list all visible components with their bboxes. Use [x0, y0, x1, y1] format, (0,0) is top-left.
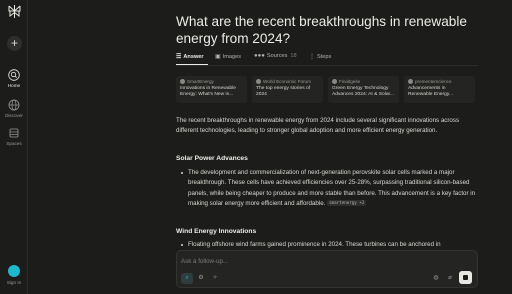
sidebar-item-label: Home: [7, 83, 21, 88]
tab-steps[interactable]: ⋮ Steps: [309, 53, 331, 60]
source-cards: SmartEnergy Innovations in Renewable Ene…: [176, 76, 478, 103]
globe-icon[interactable]: ◍: [431, 272, 441, 284]
source-title: Green Energy Technology Advances 2024: A…: [332, 86, 394, 97]
stack-icon: [9, 128, 19, 138]
source-card[interactable]: prementerscience Advancements in Renewab…: [404, 76, 475, 103]
tab-sources[interactable]: ●●● Sources 18: [254, 53, 297, 59]
divider: [176, 65, 478, 66]
source-card[interactable]: Finaltgeite Green Energy Technology Adva…: [328, 76, 399, 103]
list-item: Floating offshore wind farms gained prom…: [181, 240, 476, 250]
favicon-icon: [332, 79, 337, 84]
source-title: Advancements in Renewable Energy...: [408, 86, 454, 97]
sidebar: + Home Discover Spaces Sign In: [0, 0, 28, 294]
favicon-icon: [180, 79, 185, 84]
tab-bar: ☰ Answer ▣ Images ●●● Sources 18 ⋮ Steps: [176, 53, 476, 63]
section-heading-wind: Wind Energy Innovations: [176, 228, 257, 235]
source-site: Finaltgeite: [339, 79, 361, 84]
perplexity-logo-icon[interactable]: [8, 5, 21, 18]
research-mode-icon[interactable]: ⚙: [195, 273, 207, 284]
user-avatar-icon: [8, 265, 20, 277]
new-thread-button[interactable]: +: [7, 36, 22, 51]
sidebar-item-discover[interactable]: Discover: [0, 99, 28, 118]
source-card[interactable]: SmartEnergy Innovations in Renewable Ene…: [176, 76, 247, 103]
steps-icon: ⋮: [309, 54, 315, 60]
submit-button[interactable]: [459, 271, 472, 284]
bullet-text: Floating offshore wind farms gained prom…: [188, 241, 441, 248]
citation-badge[interactable]: smartenergy +2: [327, 200, 367, 207]
source-site: World Economic Forum: [263, 79, 311, 84]
favicon-icon: [408, 79, 413, 84]
sidebar-item-spaces[interactable]: Spaces: [0, 127, 28, 146]
answer-intro: The recent breakthroughs in renewable en…: [176, 117, 460, 135]
follow-up-input[interactable]: [181, 256, 381, 266]
sources-count: 18: [290, 53, 297, 59]
image-icon: ▣: [215, 54, 221, 60]
search-mode-icon[interactable]: ⌕: [181, 273, 193, 284]
input-controls: ◍ ⌀: [431, 271, 472, 284]
answer-icon: ☰: [176, 54, 182, 60]
sign-in-button[interactable]: Sign In: [0, 265, 28, 285]
source-favicons-icon: ●●●: [254, 53, 265, 59]
search-mode-group: ⌕ ⚙ ✧: [181, 273, 221, 284]
section-heading-solar: Solar Power Advances: [176, 155, 248, 162]
tab-images[interactable]: ▣ Images: [215, 53, 241, 60]
tab-answer[interactable]: ☰ Answer: [176, 53, 204, 60]
attach-icon[interactable]: ⌀: [445, 272, 455, 284]
page-title: What are the recent breakthroughs in ren…: [176, 14, 467, 46]
source-site: SmartEnergy: [187, 79, 214, 84]
sidebar-item-label: Spaces: [6, 141, 22, 146]
follow-up-box: ⌕ ⚙ ✧ ◍ ⌀: [176, 250, 478, 288]
list-item: The development and commercialization of…: [181, 168, 476, 209]
source-title: Innovations in Renewable Energy: What's …: [180, 86, 237, 97]
source-card[interactable]: World Economic Forum The top energy stor…: [252, 76, 323, 103]
sidebar-item-home[interactable]: Home: [0, 69, 28, 88]
sign-in-label: Sign In: [6, 280, 22, 285]
favicon-icon: [256, 79, 261, 84]
sidebar-item-label: Discover: [5, 113, 23, 118]
source-site: prementerscience: [415, 79, 452, 84]
source-title: The top energy stories of 2024: [256, 86, 311, 97]
search-icon: [8, 69, 20, 81]
labs-mode-icon[interactable]: ✧: [209, 273, 221, 284]
globe-icon: [8, 99, 20, 111]
